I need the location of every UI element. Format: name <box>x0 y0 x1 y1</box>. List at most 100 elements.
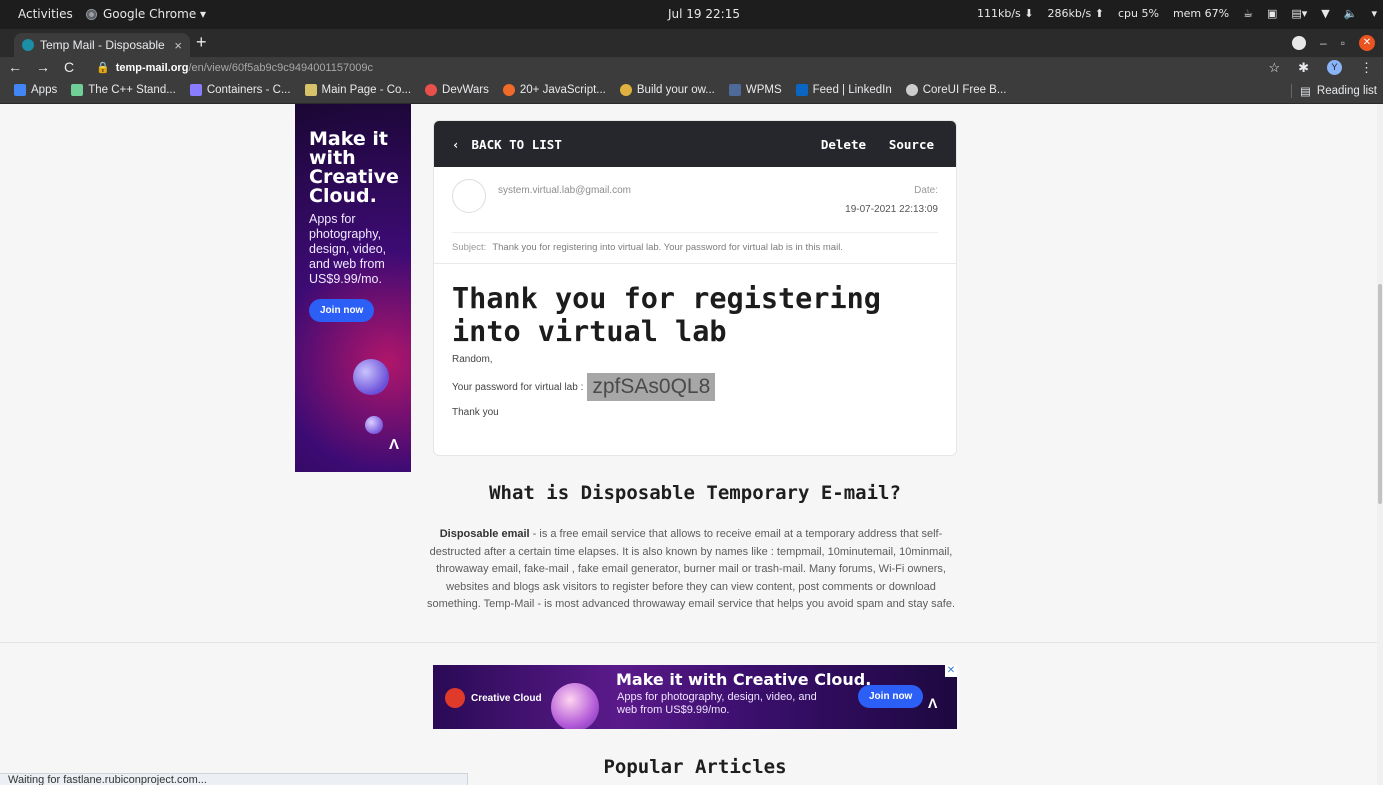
reading-list-button[interactable]: ▤ Reading list <box>1291 84 1377 98</box>
minimize-icon[interactable]: – <box>1320 36 1327 50</box>
ad-subtext: Apps for photography, design, video, and… <box>617 691 817 716</box>
bookmark-build-your-own[interactable]: Build your ow... <box>619 84 715 96</box>
ad-join-button[interactable]: Join now <box>309 299 375 322</box>
activities-button[interactable]: Activities <box>18 7 73 21</box>
clock[interactable]: Jul 19 22:15 <box>668 7 740 21</box>
adobe-logo-icon: Λ <box>388 436 399 453</box>
chrome-menu-icon[interactable]: ⋮ <box>1360 60 1373 76</box>
toolbar-right: ☆ ✱ Y ⋮ <box>1268 60 1373 76</box>
system-tray[interactable]: 111kb/s ⬇ 286kb/s ⬆ cpu 5% mem 67% ☕ ▣ ▤… <box>977 7 1377 20</box>
ad-headline: Make it with Creative Cloud. <box>309 128 399 207</box>
email-toolbar: ‹ BACK TO LIST Delete Source <box>434 121 956 167</box>
lock-icon[interactable]: 🔒 <box>96 61 110 74</box>
reload-icon[interactable]: C <box>64 59 74 75</box>
adobe-logo-icon: Λ <box>928 695 938 711</box>
bookmark-star-icon[interactable]: ☆ <box>1268 60 1280 76</box>
net-up-indicator: 286kb/s ⬆ <box>1047 7 1104 20</box>
cpp-favicon-icon <box>71 84 84 96</box>
forward-icon[interactable]: → <box>36 59 50 75</box>
date-value: 19-07-2021 22:13:09 <box>845 204 938 215</box>
ad-close-icon[interactable]: ✕ <box>945 665 957 677</box>
back-icon[interactable]: ← <box>8 59 22 75</box>
email-body: Thank you for registering into virtual l… <box>434 264 956 418</box>
nav-buttons: ← → C <box>8 59 74 75</box>
mem-indicator: mem 67% <box>1172 7 1230 20</box>
chrome-icon <box>86 8 97 20</box>
email-heading: Thank you for registering into virtual l… <box>452 282 881 348</box>
planet-graphic-small <box>365 416 383 434</box>
tab-close-icon[interactable]: × <box>174 38 182 53</box>
url-field[interactable]: 🔒 temp-mail.org/en/view/60f5ab9c9c949400… <box>96 61 373 75</box>
volume-icon[interactable]: 🔈 <box>1344 7 1358 20</box>
apps-grid-icon <box>14 84 26 96</box>
tab-temp-mail[interactable]: Temp Mail - Disposable Te × <box>14 33 190 57</box>
build-favicon-icon <box>619 84 632 96</box>
page-scrollbar[interactable] <box>1377 104 1383 785</box>
app-menu-label: Google Chrome ▾ <box>103 7 207 21</box>
bookmark-apps[interactable]: Apps <box>14 84 57 96</box>
javascript-favicon-icon <box>502 84 515 96</box>
info-body-text: - is a free email service that allows to… <box>426 528 956 610</box>
sender-avatar <box>452 179 486 213</box>
coffee-icon[interactable]: ☕ <box>1243 7 1253 20</box>
bookmark-wpms[interactable]: WPMS <box>728 84 782 96</box>
ad-headline: Make it with Creative Cloud. <box>616 670 872 689</box>
bookmark-linkedin[interactable]: Feed | LinkedIn <box>795 84 892 96</box>
subject-row: Subject: Thank you for registering into v… <box>434 233 956 264</box>
extensions-icon[interactable]: ✱ <box>1298 60 1309 76</box>
app-menu[interactable]: Google Chrome ▾ <box>86 7 206 21</box>
vertical-ad-banner[interactable]: Make it with Creative Cloud. Apps for ph… <box>295 104 411 472</box>
bookmark-coreui[interactable]: CoreUI Free B... <box>905 84 1006 96</box>
clipboard-icon[interactable]: ▤▾ <box>1291 7 1307 20</box>
password-value[interactable]: zpfSAs0QL8 <box>587 373 716 401</box>
chrome-menu-dot-icon[interactable] <box>1292 36 1307 50</box>
power-menu-icon[interactable]: ▾ <box>1371 7 1377 20</box>
delete-button[interactable]: Delete <box>821 137 866 152</box>
maximize-icon[interactable]: ▫ <box>1341 36 1345 50</box>
info-paragraph: Disposable email - is a free email servi… <box>418 526 964 614</box>
bookmark-devwars[interactable]: DevWars <box>425 84 489 96</box>
linkedin-icon <box>795 84 808 96</box>
sender-row: system.virtual.lab@gmail.com Date: 19-07… <box>452 167 938 233</box>
net-down-indicator: 111kb/s ⬇ <box>976 7 1034 20</box>
popular-articles-heading: Popular Articles <box>603 756 787 778</box>
profile-avatar[interactable]: Y <box>1327 60 1342 75</box>
screenshot-icon[interactable]: ▣ <box>1267 7 1277 20</box>
main-page-favicon-icon <box>304 84 317 96</box>
window-controls: – ▫ ✕ <box>1292 35 1375 51</box>
system-top-bar: Activities Google Chrome ▾ Jul 19 22:15 … <box>0 0 1383 29</box>
close-window-icon[interactable]: ✕ <box>1359 35 1375 51</box>
bookmarks-bar: Apps The C++ Stand... Containers - C... … <box>0 79 1383 104</box>
coreui-favicon-icon <box>905 84 918 96</box>
email-greeting: Random, <box>452 354 493 365</box>
sender-email: system.virtual.lab@gmail.com <box>498 185 631 196</box>
wpms-favicon-icon <box>728 84 741 96</box>
planet-graphic <box>353 359 389 395</box>
tab-strip: Temp Mail - Disposable Te × + – ▫ ✕ <box>0 29 1383 57</box>
back-to-list-button[interactable]: ‹ BACK TO LIST <box>452 137 562 152</box>
subject-text: Thank you for registering into virtual l… <box>492 242 843 253</box>
horizontal-ad-banner[interactable]: Creative Cloud Make it with Creative Clo… <box>433 665 957 729</box>
chevron-left-icon: ‹ <box>452 137 460 152</box>
address-bar: ← → C 🔒 temp-mail.org/en/view/60f5ab9c9c… <box>0 57 1383 79</box>
new-tab-button[interactable]: + <box>196 32 207 53</box>
ad-join-button[interactable]: Join now <box>858 685 924 708</box>
email-card: ‹ BACK TO LIST Delete Source system.virt… <box>433 120 957 456</box>
bookmark-list: Apps The C++ Stand... Containers - C... … <box>14 84 1006 96</box>
containers-favicon-icon <box>189 84 202 96</box>
bookmark-main-page[interactable]: Main Page - Co... <box>304 84 411 96</box>
info-heading: What is Disposable Temporary E-mail? <box>489 482 901 504</box>
source-button[interactable]: Source <box>889 137 934 152</box>
password-label: Your password for virtual lab : <box>452 381 584 393</box>
bookmark-cpp[interactable]: The C++ Stand... <box>71 84 176 96</box>
url-path: /en/view/60f5ab9c9c9494001157009c <box>188 61 373 74</box>
wifi-icon[interactable]: ▼ <box>1321 7 1329 20</box>
creative-cloud-brand: Creative Cloud <box>445 688 542 708</box>
ad-subtext: Apps for photography, design, video, and… <box>309 212 387 286</box>
bookmark-containers[interactable]: Containers - C... <box>189 84 291 96</box>
bookmark-javascript[interactable]: 20+ JavaScript... <box>502 84 606 96</box>
info-bold-term: Disposable email <box>439 528 530 540</box>
email-closing: Thank you <box>452 407 499 418</box>
subject-label: Subject: <box>452 242 487 253</box>
scrollbar-thumb[interactable] <box>1378 284 1382 504</box>
